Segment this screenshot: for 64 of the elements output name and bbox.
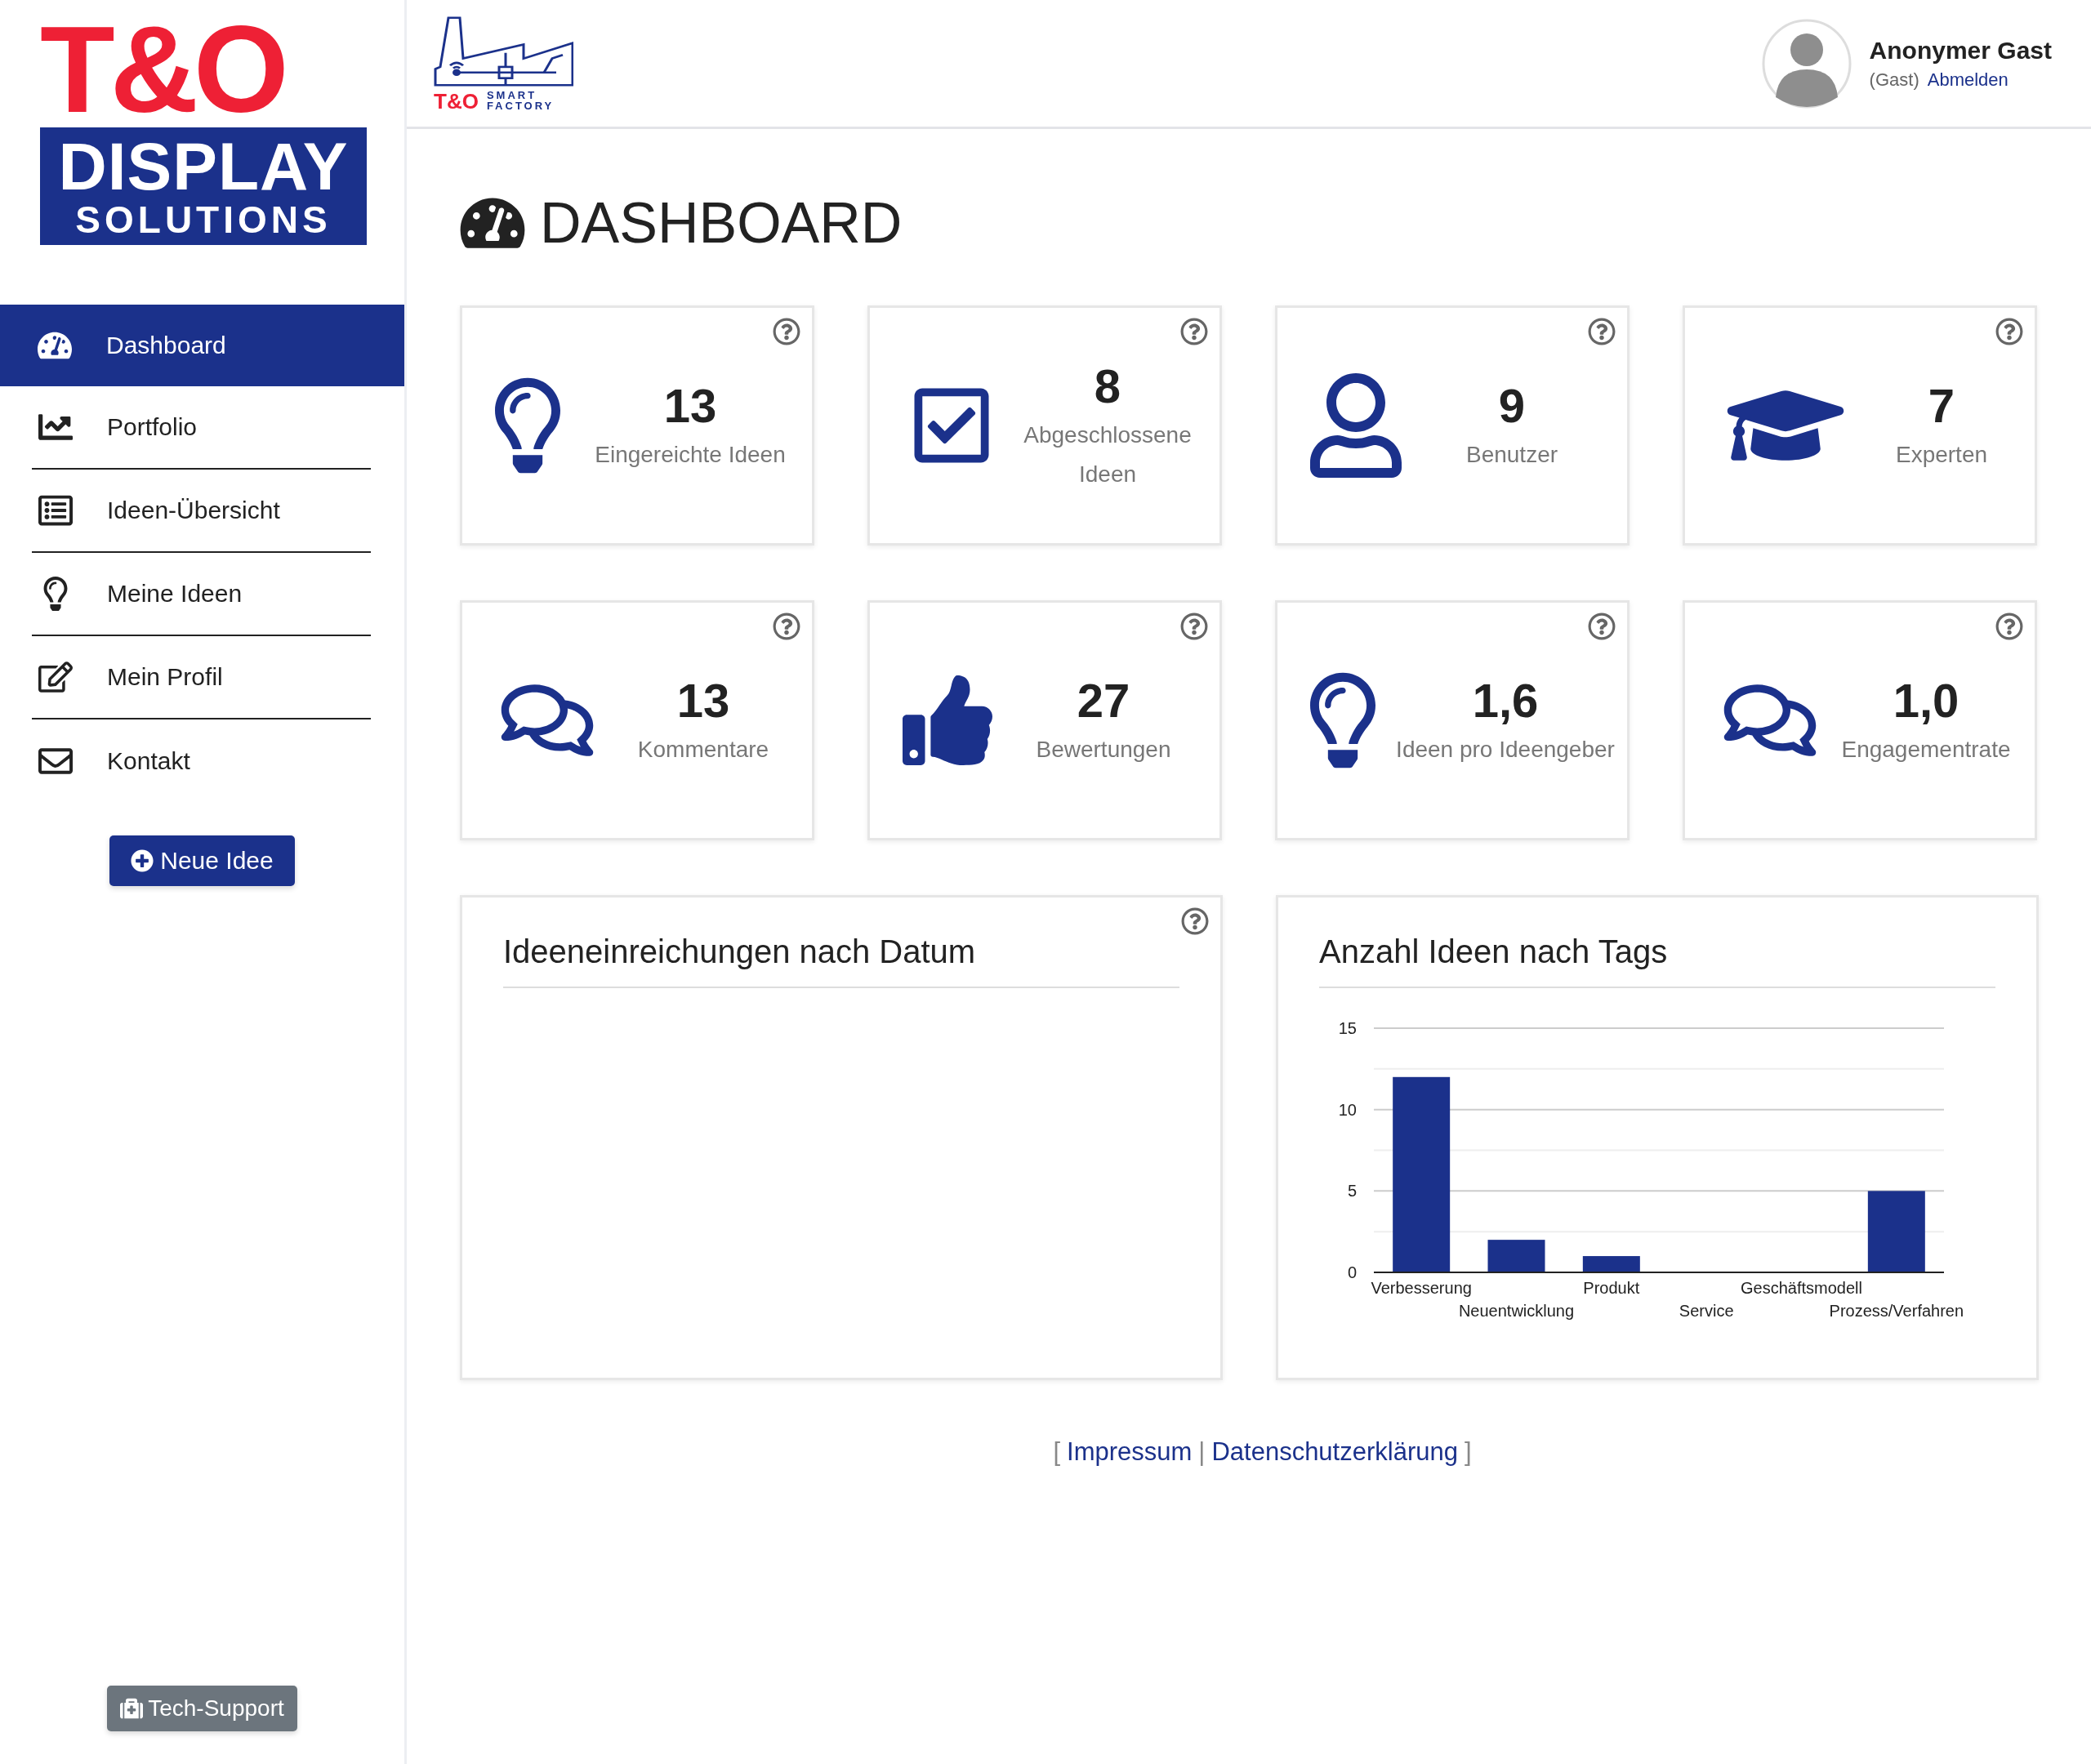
help-icon[interactable]: [1995, 318, 2023, 345]
user-role: (Gast): [1869, 69, 1919, 91]
stat-value: 13: [663, 378, 717, 434]
category-label: Prozess/Verfahren: [1829, 1302, 1964, 1320]
axis-tick-label: 10: [1338, 1100, 1357, 1119]
new-idea-button[interactable]: Neue Idee: [109, 835, 295, 886]
help-icon[interactable]: [1588, 612, 1616, 640]
stat-label: Experten: [1895, 441, 1988, 469]
help-icon[interactable]: [1995, 612, 2023, 640]
stat-label: Ideen pro Ideengeber: [1396, 736, 1615, 764]
panel-title: Anzahl Ideen nach Tags: [1319, 933, 1995, 988]
footer-link[interactable]: Datenschutzerklärung: [1211, 1437, 1458, 1467]
user-name: Anonymer Gast: [1869, 36, 2052, 65]
nav-item[interactable]: Dashboard: [0, 305, 404, 386]
category-label: Geschäftsmodell: [1741, 1279, 1862, 1297]
bracket: [: [1053, 1437, 1061, 1467]
help-icon[interactable]: [1588, 318, 1616, 345]
stat-value: 13: [676, 673, 730, 728]
bracket: ]: [1464, 1437, 1472, 1467]
panel-title: Ideeneinreichungen nach Datum: [503, 933, 1179, 988]
logout-link[interactable]: Abmelden: [1927, 69, 2009, 91]
nav-item[interactable]: Portfolio: [32, 386, 371, 470]
axis-tick-label: 15: [1338, 1019, 1357, 1037]
category-label: Verbesserung: [1371, 1279, 1472, 1297]
stat-label: Bewertungen: [1036, 736, 1171, 764]
plus-icon: [131, 849, 154, 872]
nav-item[interactable]: Meine Ideen: [32, 553, 371, 636]
stat-label: Eingereichte Ideen: [595, 441, 786, 469]
category-label: Service: [1679, 1302, 1734, 1320]
stat-value: 7: [1928, 378, 1955, 434]
help-icon[interactable]: [773, 612, 800, 640]
separator: |: [1198, 1437, 1206, 1467]
nav-item[interactable]: Mein Profil: [32, 636, 371, 719]
edit-icon: [38, 660, 73, 694]
stat-value: 27: [1077, 673, 1130, 728]
avatar-icon: [1761, 18, 1852, 109]
lightbulb-icon: [1310, 672, 1375, 768]
stat-value: 8: [1094, 359, 1121, 414]
help-icon[interactable]: [1181, 907, 1209, 935]
help-icon[interactable]: [1180, 612, 1208, 640]
stat-label: Benutzer: [1465, 441, 1558, 469]
stat-label: Engagementrate: [1841, 736, 2011, 764]
help-icon[interactable]: [773, 318, 800, 345]
stat-value: 1,6: [1472, 673, 1539, 728]
stat-label: Kommentare: [637, 736, 769, 764]
stat-label: Abgeschlossene Ideen: [1023, 421, 1193, 488]
medkit-icon: [120, 1697, 144, 1720]
category-label: Produkt: [1583, 1279, 1640, 1297]
axis-tick-label: 0: [1347, 1263, 1357, 1281]
list-icon: [38, 493, 73, 528]
bar: [1487, 1240, 1545, 1272]
stat-value: 9: [1498, 378, 1526, 434]
bar: [1582, 1256, 1640, 1272]
footer-link[interactable]: Impressum: [1067, 1437, 1193, 1467]
page-title: DASHBOARD: [540, 190, 903, 256]
help-icon[interactable]: [1180, 318, 1208, 345]
nav-item[interactable]: Ideen-Übersicht: [32, 470, 371, 553]
category-label: Neuentwicklung: [1458, 1302, 1575, 1320]
user-icon: [1310, 373, 1402, 478]
tech-support-button[interactable]: Tech-Support: [107, 1686, 297, 1731]
nav-item[interactable]: Kontakt: [32, 719, 371, 803]
lightbulb-icon: [495, 377, 560, 474]
stat-value: 1,0: [1893, 673, 1959, 728]
axis-tick-label: 5: [1347, 1182, 1357, 1200]
